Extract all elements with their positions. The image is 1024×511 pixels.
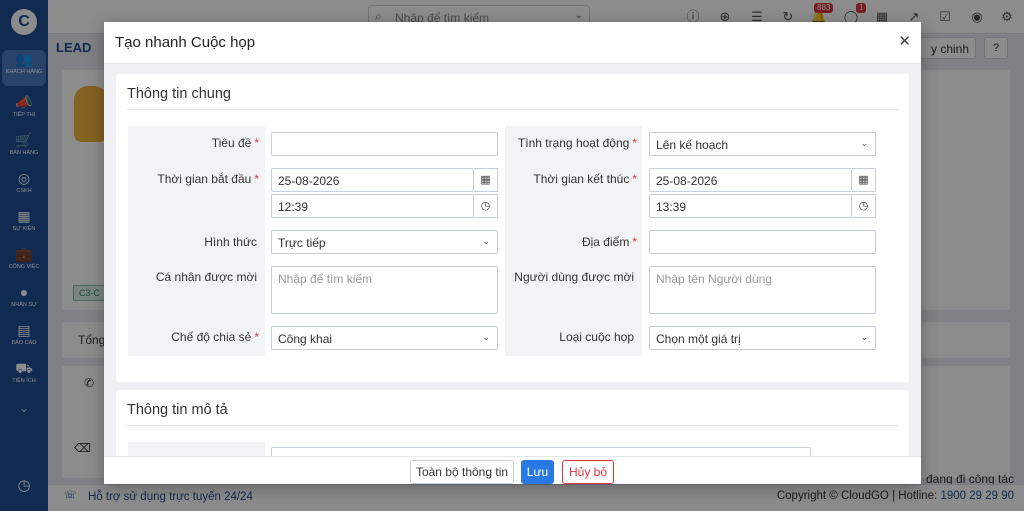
start-date-input[interactable]: 25-08-2026	[271, 168, 474, 192]
invitees-input[interactable]: Nhập để tìm kiếm	[271, 266, 498, 314]
status-select[interactable]: Lên kế hoạch ⌄	[649, 132, 876, 156]
save-button[interactable]: Lưu	[521, 460, 554, 484]
invitees-label: Cá nhân được mời	[155, 270, 257, 284]
select-value: Lên kế hoạch	[656, 138, 729, 152]
full-info-button[interactable]: Toàn bộ thông tin	[410, 460, 514, 484]
chevron-down-icon: ⌄	[482, 236, 490, 246]
chevron-down-icon: ⌄	[482, 332, 490, 342]
section-title: Thông tin chung	[127, 86, 231, 102]
clock-icon[interactable]: ◷	[852, 194, 876, 218]
label-text: Chế độ chia sẻ	[171, 330, 252, 344]
invited-users-label: Người dùng được mời	[514, 270, 634, 284]
meeting-type-label: Loại cuộc họp	[559, 330, 634, 344]
label-text: Tiêu đề	[211, 136, 252, 150]
end-date-input[interactable]: 25-08-2026	[649, 168, 852, 192]
end-time-label: Thời gian kết thúc *	[533, 172, 637, 186]
meeting-type-select[interactable]: Chọn một giá trị ⌄	[649, 326, 876, 350]
modal-footer: Toàn bộ thông tin Lưu Hủy bỏ	[104, 456, 921, 484]
select-value: Chọn một giá trị	[656, 332, 741, 346]
location-label: Địa điểm *	[581, 235, 637, 249]
modal-body[interactable]: Thông tin chung Tiêu đề * Tình trạng hoạt…	[104, 64, 921, 456]
start-time-input[interactable]: 12:39	[271, 194, 474, 218]
label-text: Thời gian kết thúc	[533, 172, 630, 186]
share-mode-label: Chế độ chia sẻ *	[171, 330, 259, 344]
chevron-down-icon: ⌄	[860, 138, 868, 148]
location-input[interactable]	[649, 230, 876, 254]
label-text: Tình trạng hoạt động	[517, 136, 630, 150]
subject-label: Tiêu đề *	[211, 136, 259, 150]
select-value: Công khai	[278, 332, 333, 346]
calendar-icon[interactable]: ▦	[852, 168, 876, 192]
description-section: Thông tin mô tả	[116, 390, 909, 456]
type-label: Hình thức	[204, 235, 257, 249]
clock-icon[interactable]: ◷	[474, 194, 498, 218]
invited-users-input[interactable]: Nhập tên Người dùng	[649, 266, 876, 314]
section-title: Thông tin mô tả	[127, 402, 228, 418]
label-column	[128, 442, 265, 456]
divider	[127, 109, 898, 110]
quick-create-meeting-modal: Tạo nhanh Cuộc họp ✕ Thông tin chung Tiê…	[104, 22, 921, 484]
label-text: Địa điểm	[581, 235, 630, 249]
description-input[interactable]	[271, 447, 811, 456]
end-time-input[interactable]: 13:39	[649, 194, 852, 218]
share-mode-select[interactable]: Công khai ⌄	[271, 326, 498, 350]
close-icon[interactable]: ✕	[898, 32, 911, 50]
calendar-icon[interactable]: ▦	[474, 168, 498, 192]
subject-input[interactable]	[271, 132, 498, 156]
start-time-label: Thời gian bắt đầu *	[157, 172, 259, 186]
chevron-down-icon: ⌄	[860, 332, 868, 342]
status-label: Tình trạng hoạt động *	[517, 136, 637, 150]
select-value: Trực tiếp	[278, 236, 326, 250]
modal-title: Tạo nhanh Cuộc họp	[115, 34, 256, 51]
divider	[127, 425, 898, 426]
general-info-section: Thông tin chung Tiêu đề * Tình trạng hoạt…	[116, 74, 909, 382]
cancel-button[interactable]: Hủy bỏ	[562, 460, 614, 484]
type-select[interactable]: Trực tiếp ⌄	[271, 230, 498, 254]
label-text: Thời gian bắt đầu	[157, 172, 252, 186]
